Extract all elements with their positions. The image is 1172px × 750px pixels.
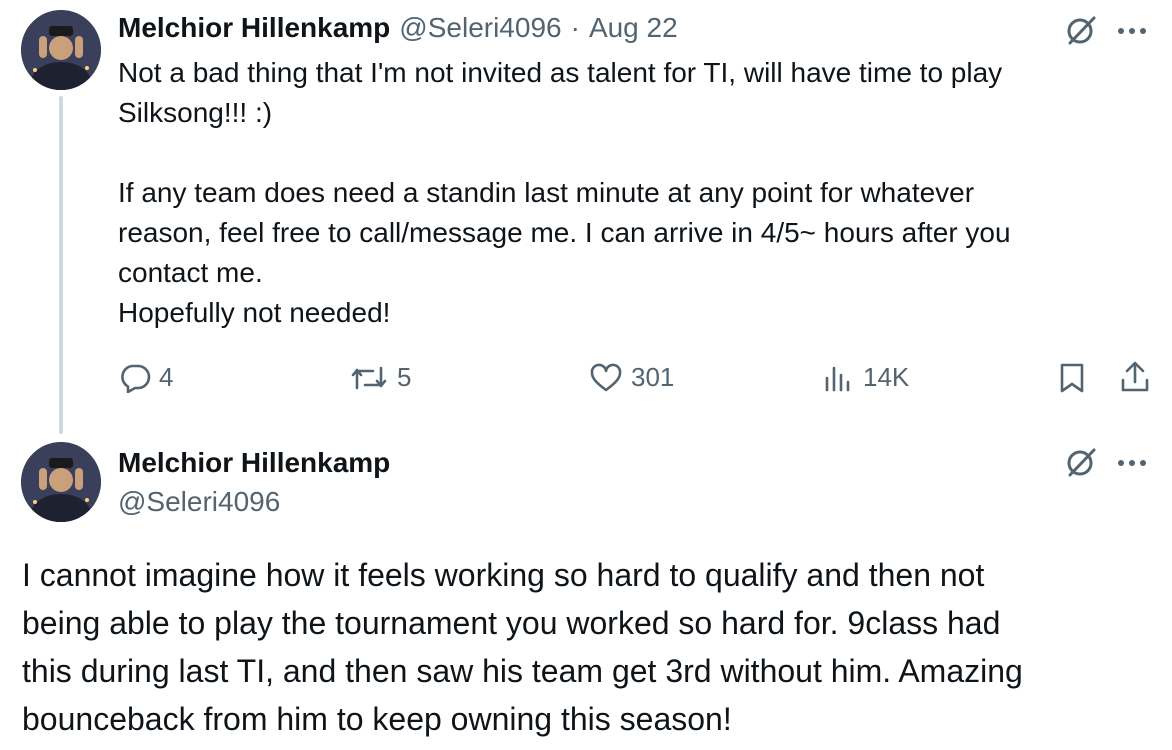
tweet-text-line <box>118 133 1011 173</box>
tweet-text-line: Hopefully not needed! <box>118 297 391 328</box>
thread-line <box>59 96 63 434</box>
views-count: 14K <box>863 362 910 392</box>
tweet-text: I cannot imagine how it feels working so… <box>22 551 1023 743</box>
avatar[interactable] <box>21 10 101 90</box>
heart-icon <box>589 363 623 393</box>
like-count: 301 <box>631 362 675 392</box>
avatar[interactable] <box>21 442 101 522</box>
like-button[interactable]: 301 <box>589 362 674 393</box>
reply-button[interactable]: 4 <box>119 362 173 393</box>
grok-icon[interactable] <box>1064 14 1098 48</box>
bookmark-icon[interactable] <box>1058 362 1086 394</box>
share-icon[interactable] <box>1119 360 1151 394</box>
reply-icon <box>119 363 151 393</box>
tweet-text-line: reason, feel free to call/message me. I … <box>118 217 1011 248</box>
repost-icon <box>351 363 389 393</box>
views-icon <box>823 363 855 393</box>
author-handle[interactable]: @Seleri4096 <box>399 11 561 45</box>
repost-count: 5 <box>397 362 412 392</box>
author-handle[interactable]: @Seleri4096 <box>118 485 280 519</box>
repost-button[interactable]: 5 <box>351 362 411 393</box>
more-icon[interactable] <box>1118 460 1146 466</box>
tweet-text-line: being able to play the tournament you wo… <box>22 605 1001 641</box>
tweet-text: Not a bad thing that I'm not invited as … <box>118 53 1011 333</box>
reply-count: 4 <box>159 362 174 392</box>
views-button[interactable]: 14K <box>823 362 909 393</box>
tweet-header: Melchior Hillenkamp @Seleri4096 · Aug 22 <box>118 11 678 45</box>
author-name[interactable]: Melchior Hillenkamp <box>118 446 390 480</box>
grok-icon[interactable] <box>1064 446 1098 480</box>
tweet-text-line: I cannot imagine how it feels working so… <box>22 557 985 593</box>
more-icon[interactable] <box>1118 28 1146 34</box>
tweet-text-line: Not a bad thing that I'm not invited as … <box>118 57 1003 88</box>
tweet-date[interactable]: Aug 22 <box>589 11 678 45</box>
tweet-text-line: this during last TI, and then saw his te… <box>22 653 1023 689</box>
author-name[interactable]: Melchior Hillenkamp <box>118 11 390 45</box>
separator-dot: · <box>570 12 580 43</box>
tweet-text-line: If any team does need a standin last min… <box>118 177 975 208</box>
tweet-text-line: contact me. <box>118 257 263 288</box>
tweet-text-line: Silksong!!! :) <box>118 97 273 128</box>
tweet-text-line: bounceback from him to keep owning this … <box>22 701 732 737</box>
